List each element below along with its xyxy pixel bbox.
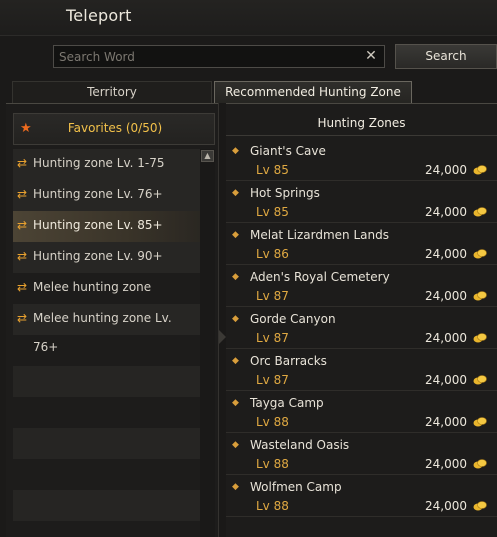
diamond-bullet-icon: ◆ <box>232 272 239 282</box>
zone-level: Lv 85 <box>256 163 289 177</box>
category-item-melee-lv-76[interactable]: ⇄ Melee hunting zone Lv. 76+ <box>13 304 200 354</box>
category-item-lv-90[interactable]: ⇄ Hunting zone Lv. 90+ <box>13 242 200 273</box>
zone-name: Melat Lizardmen Lands <box>250 228 389 242</box>
zone-cost: 24,000 <box>425 247 467 261</box>
adena-coin-icon <box>473 165 487 175</box>
zone-cost: 24,000 <box>425 499 467 513</box>
diamond-bullet-icon: ◆ <box>232 314 239 324</box>
zone-name: Gorde Canyon <box>250 312 336 326</box>
zone-level: Lv 88 <box>256 457 289 471</box>
zone-row[interactable]: ◆ Hot Springs Lv 85 24,000 <box>226 181 497 223</box>
adena-coin-icon <box>473 417 487 427</box>
diamond-bullet-icon: ◆ <box>232 482 239 492</box>
zone-name: Orc Barracks <box>250 354 327 368</box>
zone-level: Lv 85 <box>256 205 289 219</box>
zone-level: Lv 88 <box>256 499 289 513</box>
zone-name: Tayga Camp <box>250 396 324 410</box>
zone-name: Hot Springs <box>250 186 320 200</box>
hunting-zone-icon: ⇄ <box>17 249 28 263</box>
zone-name: Aden's Royal Cemetery <box>250 270 390 284</box>
empty-slot <box>13 459 200 490</box>
zone-cost: 24,000 <box>425 163 467 177</box>
tab-territory[interactable]: Territory <box>12 81 212 103</box>
empty-slot <box>13 490 200 521</box>
category-label: Melee hunting zone <box>33 280 152 294</box>
diamond-bullet-icon: ◆ <box>232 440 239 450</box>
zone-row[interactable]: ◆ Aden's Royal Cemetery Lv 87 24,000 <box>226 265 497 307</box>
zone-level: Lv 86 <box>256 247 289 261</box>
zone-level: Lv 87 <box>256 373 289 387</box>
hunting-zone-icon: ⇄ <box>17 218 28 232</box>
category-item-lv-76[interactable]: ⇄ Hunting zone Lv. 76+ <box>13 180 200 211</box>
selection-arrow-icon <box>219 330 226 344</box>
zone-level: Lv 87 <box>256 289 289 303</box>
category-label: Hunting zone Lv. 85+ <box>33 218 163 232</box>
zone-row[interactable]: ◆ Tayga Camp Lv 88 24,000 <box>226 391 497 433</box>
zone-cost: 24,000 <box>425 457 467 471</box>
diamond-bullet-icon: ◆ <box>232 356 239 366</box>
favorites-label: Favorites (0/50) <box>67 121 163 135</box>
tab-recommended-hunting-zone[interactable]: Recommended Hunting Zone <box>214 81 412 103</box>
zone-row[interactable]: ◆ Wasteland Oasis Lv 88 24,000 <box>226 433 497 475</box>
search-input[interactable] <box>54 46 354 68</box>
adena-coin-icon <box>473 291 487 301</box>
title-bar: Teleport <box>0 0 497 36</box>
adena-coin-icon <box>473 249 487 259</box>
diamond-bullet-icon: ◆ <box>232 398 239 408</box>
adena-coin-icon <box>473 459 487 469</box>
zone-cost: 24,000 <box>425 373 467 387</box>
adena-coin-icon <box>473 375 487 385</box>
category-label: Hunting zone Lv. 90+ <box>33 249 163 263</box>
category-item-melee[interactable]: ⇄ Melee hunting zone <box>13 273 200 304</box>
zone-cost: 24,000 <box>425 205 467 219</box>
category-label: Hunting zone Lv. 1-75 <box>33 156 165 170</box>
hunting-zone-icon: ⇄ <box>17 156 28 170</box>
adena-coin-icon <box>473 501 487 511</box>
adena-coin-icon <box>473 333 487 343</box>
zone-name: Giant's Cave <box>250 144 326 158</box>
zone-name: Wolfmen Camp <box>250 480 342 494</box>
scroll-up-icon[interactable]: ▲ <box>201 150 214 162</box>
hunting-zone-icon: ⇄ <box>17 311 28 325</box>
category-scrollbar[interactable]: ▲ <box>200 149 215 537</box>
category-item-lv-85[interactable]: ⇄ Hunting zone Lv. 85+ <box>13 211 200 242</box>
empty-slot <box>13 397 200 428</box>
window-title: Teleport <box>66 6 132 25</box>
search-box: ✕ <box>53 45 385 68</box>
zone-level: Lv 87 <box>256 331 289 345</box>
adena-coin-icon <box>473 207 487 217</box>
zone-row[interactable]: ◆ Wolfmen Camp Lv 88 24,000 <box>226 475 497 517</box>
diamond-bullet-icon: ◆ <box>232 146 239 156</box>
hunting-zones-header: Hunting Zones <box>226 110 497 136</box>
category-item-lv-1-75[interactable]: ⇄ Hunting zone Lv. 1-75 <box>13 149 200 180</box>
zone-cost: 24,000 <box>425 415 467 429</box>
panel-divider <box>218 103 226 537</box>
category-list: ⇄ Hunting zone Lv. 1-75 ⇄ Hunting zone L… <box>13 149 200 521</box>
zone-cost: 24,000 <box>425 331 467 345</box>
favorites-button[interactable]: ★ Favorites (0/50) <box>13 113 215 145</box>
clear-search-icon[interactable]: ✕ <box>364 48 378 64</box>
diamond-bullet-icon: ◆ <box>232 230 239 240</box>
hunting-zone-icon: ⇄ <box>17 187 28 201</box>
zone-cost: 24,000 <box>425 289 467 303</box>
zone-level: Lv 88 <box>256 415 289 429</box>
search-button[interactable]: Search <box>395 44 497 69</box>
hunting-zone-icon: ⇄ <box>17 280 28 294</box>
zone-row[interactable]: ◆ Orc Barracks Lv 87 24,000 <box>226 349 497 391</box>
zone-row[interactable]: ◆ Gorde Canyon Lv 87 24,000 <box>226 307 497 349</box>
zone-name: Wasteland Oasis <box>250 438 350 452</box>
empty-slot <box>13 428 200 459</box>
category-label: Hunting zone Lv. 76+ <box>33 187 163 201</box>
zone-row[interactable]: ◆ Melat Lizardmen Lands Lv 86 24,000 <box>226 223 497 265</box>
diamond-bullet-icon: ◆ <box>232 188 239 198</box>
hunting-zone-list: ◆ Giant's Cave Lv 85 24,000 ◆ Hot Spring… <box>226 139 497 517</box>
zone-row[interactable]: ◆ Giant's Cave Lv 85 24,000 <box>226 139 497 181</box>
empty-slot <box>13 366 200 397</box>
